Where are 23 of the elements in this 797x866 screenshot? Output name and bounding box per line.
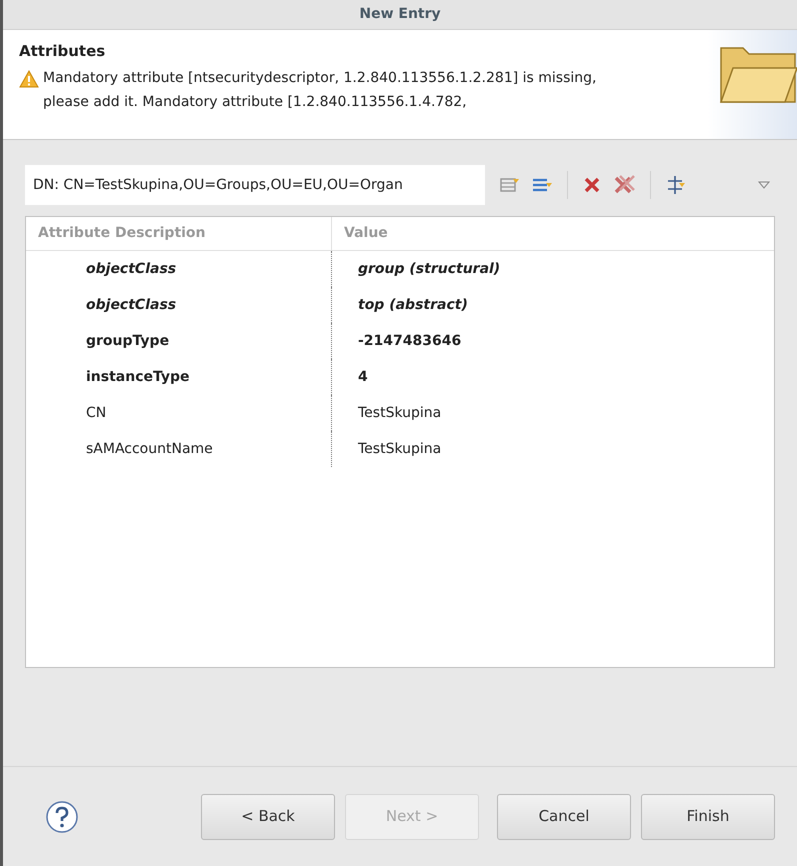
table-cell-text: objectClass bbox=[86, 260, 176, 278]
table-cell-text: groupType bbox=[86, 332, 170, 350]
warning-icon bbox=[19, 70, 39, 88]
wizard-button[interactable]: < Back bbox=[201, 794, 335, 840]
page-title: Attributes bbox=[19, 41, 106, 62]
warning-message: Mandatory attribute [ntsecuritydescriptor, 1.2.840.113556.1.2.281] is missing, please add it. Mandatory attribute [1.2.840.113556.1.4.782, bbox=[43, 68, 598, 112]
table-cell-text: CN bbox=[86, 404, 106, 422]
wizard-button[interactable]: Cancel bbox=[497, 794, 631, 840]
table-cell-text: TestSkupina bbox=[358, 440, 442, 458]
window-title: New Entry bbox=[359, 5, 441, 24]
table-cell-text: top (abstract) bbox=[358, 296, 468, 314]
dropdown-caret-icon[interactable] bbox=[757, 180, 771, 190]
wizard-button[interactable]: Finish bbox=[641, 794, 775, 840]
table-cell-text: TestSkupina bbox=[358, 404, 442, 422]
table-cell-text: sAMAccountName bbox=[86, 440, 213, 458]
table-cell-text: instanceType bbox=[86, 368, 190, 386]
dn-field[interactable]: DN: CN=TestSkupina,OU=Groups,OU=EU,OU=Organ bbox=[25, 165, 485, 205]
delete-icon[interactable] bbox=[582, 175, 602, 195]
table-cell-text: 4 bbox=[358, 368, 368, 386]
table-cell-text: -2147483646 bbox=[358, 332, 462, 350]
table-cell-text: objectClass bbox=[86, 296, 176, 314]
help-icon[interactable] bbox=[45, 800, 79, 834]
table-cell-text: group (structural) bbox=[358, 260, 500, 278]
